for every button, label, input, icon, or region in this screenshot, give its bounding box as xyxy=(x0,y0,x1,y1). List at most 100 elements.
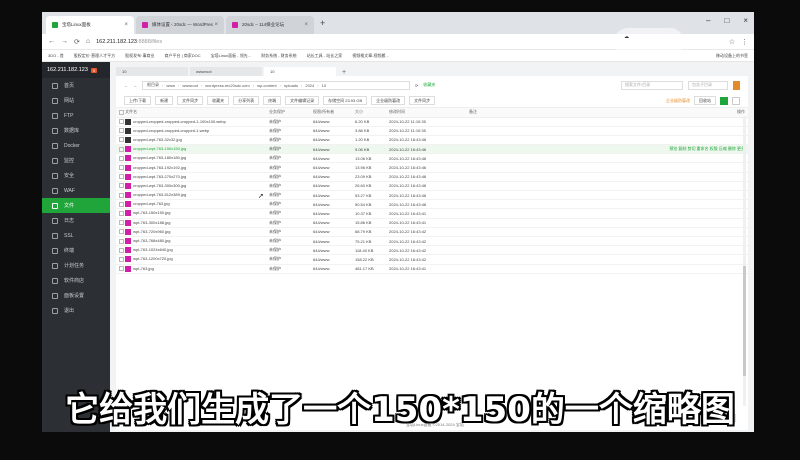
file-name-cell[interactable]: cropped-cropped-cropped-cropped-1.webp xyxy=(116,126,266,136)
bookmark-item[interactable]: 股权定价·营理人才平方 xyxy=(74,53,115,59)
file-name-cell[interactable]: cropped-wpt-763-512x389.jpg xyxy=(116,190,266,201)
storage-button[interactable]: 存储空间 23.93 GB xyxy=(323,96,368,105)
row-ops[interactable] xyxy=(646,135,748,146)
scroll-thumb[interactable] xyxy=(743,266,746,376)
bookmark-item[interactable]: 财务系统 - 财务系统 xyxy=(261,53,297,59)
table-row[interactable]: wpt-763-300x188.jpg 未保护 644/www 15.86 KB 202… xyxy=(116,218,748,228)
sidebar-item[interactable]: WAF xyxy=(42,183,110,198)
protect-cell[interactable]: 未保护 xyxy=(266,117,310,127)
file-name[interactable]: wpt-763-300x188.jpg xyxy=(133,220,170,225)
sidebar-item[interactable]: 计划任务 xyxy=(42,258,110,273)
perm-cell[interactable]: 644/www xyxy=(310,227,352,237)
row-checkbox[interactable] xyxy=(119,192,124,198)
sidebar-item[interactable]: 文件 xyxy=(42,198,110,213)
close-icon[interactable]: × xyxy=(304,22,308,28)
row-checkbox[interactable] xyxy=(119,174,124,180)
protect-cell[interactable]: 未保护 xyxy=(266,153,310,164)
row-ops[interactable]: 预览 复制 剪切 重命名 权限 压缩 删除 更多 xyxy=(646,144,748,155)
row-checkbox[interactable] xyxy=(119,128,124,134)
sidebar-item[interactable]: 监控 xyxy=(42,153,110,168)
forward-icon[interactable]: → xyxy=(61,38,68,45)
file-name-cell[interactable]: cropped-wpt-763-192x192.jpg xyxy=(116,162,266,173)
row-checkbox[interactable] xyxy=(119,146,124,152)
browser-tab[interactable]: 媒体设置 ‹ 20sdc — WordPres × xyxy=(136,16,224,34)
add-file-tab-button[interactable]: + xyxy=(342,69,346,76)
file-tab[interactable]: 10 xyxy=(116,67,188,76)
forward-icon[interactable]: → xyxy=(133,83,137,88)
file-name-cell[interactable]: cropped-wpt-763-270x270.jpg xyxy=(116,172,266,182)
file-name[interactable]: cropped-wpt-763.jpg xyxy=(133,201,169,206)
table-row[interactable]: cropped-cropped-cropped-cropped-1-100x10… xyxy=(116,117,748,127)
perm-cell[interactable]: 644/www xyxy=(310,126,352,136)
file-name-cell[interactable]: wpt-763-150x150.jpg xyxy=(116,208,266,219)
home-icon[interactable]: ⌂ xyxy=(86,38,90,45)
sidebar-item[interactable]: 安全 xyxy=(42,168,110,183)
sidebar-item[interactable]: 面板设置 xyxy=(42,288,110,303)
col-time[interactable]: 修改时间 xyxy=(386,108,466,118)
perm-cell[interactable]: 644/www xyxy=(310,117,352,127)
row-ops[interactable] xyxy=(646,218,748,228)
col-protect[interactable]: 业务保护 xyxy=(266,108,310,118)
protect-cell[interactable]: 未保护 xyxy=(266,227,310,237)
terminal-button[interactable]: 终端 xyxy=(263,96,282,105)
row-ops[interactable] xyxy=(646,190,748,201)
file-name-cell[interactable]: wpt-763.jpg xyxy=(116,264,266,274)
file-name[interactable]: cropped-wpt-763-512x389.jpg xyxy=(133,192,186,197)
sidebar-item[interactable]: 终端 xyxy=(42,243,110,258)
note-cell[interactable] xyxy=(466,162,646,173)
bookmark-item[interactable]: 商户平台 | 商家DOC xyxy=(164,53,200,59)
note-cell[interactable] xyxy=(466,218,646,228)
breadcrumb-item[interactable]: 根目录 xyxy=(147,82,159,88)
tamper-button[interactable]: 企业级防篡改 xyxy=(371,96,406,105)
note-cell[interactable] xyxy=(466,208,646,219)
note-cell[interactable] xyxy=(466,126,646,136)
table-row[interactable]: cropped-wpt-763-512x389.jpg 未保护 644/www 53.… xyxy=(116,190,748,201)
perm-cell[interactable]: 644/www xyxy=(310,218,352,228)
note-cell[interactable] xyxy=(466,264,646,274)
file-name-cell[interactable]: wpt-763-1200x720.jpg xyxy=(116,254,266,265)
perm-cell[interactable]: 644/www xyxy=(310,245,352,256)
close-window-icon[interactable]: × xyxy=(743,16,748,25)
table-row[interactable]: cropped-wpt-763.jpg 未保护 644/www 50.54 KB 202… xyxy=(116,199,748,210)
sidebar-item[interactable]: 退出 xyxy=(42,303,110,318)
file-name[interactable]: wpt-763-1024x640.jpg xyxy=(133,247,173,252)
sidebar-item[interactable]: 软件商店 xyxy=(42,273,110,288)
sidebar-item[interactable]: 网站 xyxy=(42,93,110,108)
protect-cell[interactable]: 未保护 xyxy=(266,208,310,219)
note-cell[interactable] xyxy=(466,181,646,192)
table-row[interactable]: cropped-wpt-763-270x270.jpg 未保护 644/www 23.… xyxy=(116,172,748,182)
file-name-cell[interactable]: cropped-wpt-763-300x300.jpg xyxy=(116,181,266,192)
vertical-scrollbar[interactable] xyxy=(743,116,746,406)
perm-cell[interactable]: 644/www xyxy=(310,190,352,201)
note-cell[interactable] xyxy=(466,117,646,127)
row-checkbox[interactable] xyxy=(119,247,124,253)
share-list-button[interactable]: 分享列表 xyxy=(233,96,260,105)
note-cell[interactable] xyxy=(466,144,646,155)
bookmark-item[interactable]: 视频格文章-视频搬... xyxy=(352,53,389,59)
file-name[interactable]: cropped-wpt-763-270x270.jpg xyxy=(133,174,186,179)
favorite-link[interactable]: 收藏夹 xyxy=(423,82,435,88)
breadcrumb-item[interactable]: wwwroot xyxy=(182,83,198,88)
notification-badge[interactable]: 0 xyxy=(90,67,98,73)
row-ops[interactable] xyxy=(646,172,748,182)
protect-cell[interactable]: 未保护 xyxy=(266,144,310,155)
select-all-checkbox[interactable] xyxy=(119,109,124,115)
note-cell[interactable] xyxy=(466,199,646,210)
row-checkbox[interactable] xyxy=(119,119,124,125)
row-ops[interactable] xyxy=(646,236,748,247)
row-checkbox[interactable] xyxy=(119,201,124,207)
sidebar-item[interactable]: Docker xyxy=(42,138,110,153)
sync-button[interactable]: 文件同步 xyxy=(177,96,204,105)
file-name-cell[interactable]: wpt-763-720x960.jpg xyxy=(116,227,266,237)
sidebar-item[interactable]: FTP xyxy=(42,108,110,123)
file-name-cell[interactable]: wpt-763-768x480.jpg xyxy=(116,236,266,247)
note-cell[interactable] xyxy=(466,245,646,256)
breadcrumb-item[interactable]: wp-content xyxy=(257,83,277,88)
breadcrumb-item[interactable]: 2024 xyxy=(305,83,314,88)
file-name-cell[interactable]: wpt-763-300x188.jpg xyxy=(116,218,266,228)
row-checkbox[interactable] xyxy=(119,238,124,244)
file-name[interactable]: cropped-wpt-763-192x192.jpg xyxy=(133,165,186,170)
note-cell[interactable] xyxy=(466,254,646,265)
table-row[interactable]: cropped-wpt-763-192x192.jpg 未保护 644/www 13.… xyxy=(116,162,748,173)
table-row[interactable]: wpt-763-768x480.jpg 未保护 644/www 75.21 KB 202… xyxy=(116,236,748,247)
